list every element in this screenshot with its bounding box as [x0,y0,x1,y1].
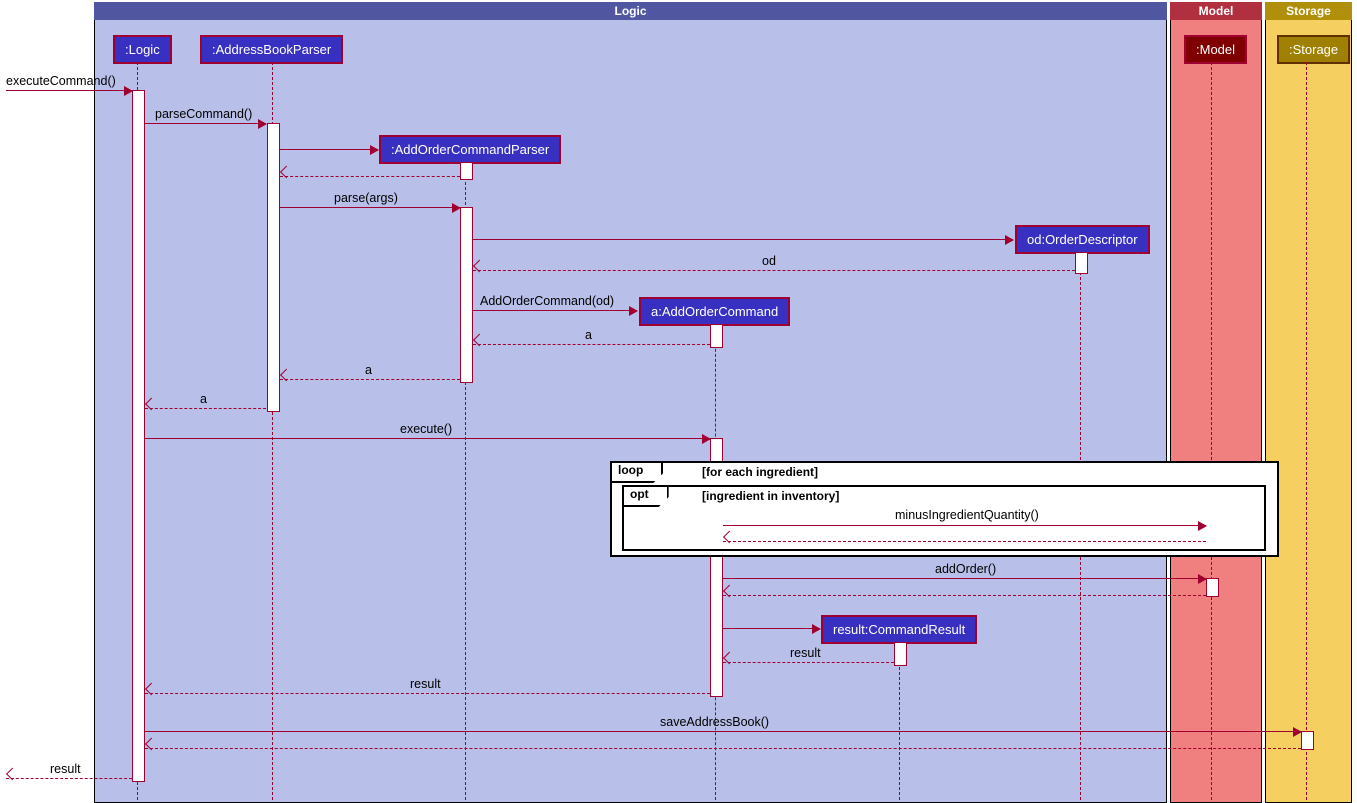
msg-label: execute() [400,422,452,436]
msg-arrow [723,628,820,629]
msg-return [280,176,460,177]
package-model-title: Model [1170,2,1262,20]
msg-return [473,270,1075,271]
lifeline-dash [1211,62,1212,800]
msg-arrow [473,239,1013,240]
msg-arrow [280,149,378,150]
activation [460,162,473,180]
msg-label: a [365,363,372,377]
msg-return [723,662,894,663]
package-logic-title: Logic [94,2,1167,20]
msg-label: saveAddressBook() [660,715,769,729]
lifeline-parser: :AddressBookParser [200,35,343,64]
msg-arrow [145,123,266,124]
activation [1301,731,1314,750]
activation [1075,252,1088,274]
msg-arrow [145,731,1301,732]
msg-return [6,778,132,779]
msg-arrow [145,438,710,439]
lifeline-logic: :Logic [113,35,172,64]
msg-return [145,408,266,409]
msg-return [473,344,710,345]
activation [1206,578,1219,597]
msg-return [280,379,460,380]
frame-opt-tag: opt [624,487,669,507]
msg-arrow [723,578,1206,579]
frame-loop-guard: [for each ingredient] [702,465,818,479]
lifeline-orderdescriptor: od:OrderDescriptor [1015,225,1150,254]
msg-label: result [790,646,821,660]
sequence-diagram: Logic Model Storage :Logic :AddressBookP… [0,0,1357,803]
activation [460,207,473,383]
msg-label: addOrder() [935,562,996,576]
msg-label: od [762,254,776,268]
msg-label: minusIngredientQuantity() [895,508,1039,522]
msg-arrow [723,525,1206,526]
msg-label: parse(args) [334,191,398,205]
msg-label: AddOrderCommand(od) [480,294,614,308]
msg-return [145,748,1301,749]
activation [132,90,145,782]
lifeline-storage: :Storage [1277,35,1350,64]
msg-label: parseCommand() [155,107,252,121]
msg-label: result [410,677,441,691]
msg-label: a [585,328,592,342]
msg-arrow [473,310,637,311]
msg-return [723,595,1206,596]
lifeline-dash [1306,62,1307,800]
frame-opt-guard: [ingredient in inventory] [702,489,839,503]
msg-arrow [6,90,132,91]
msg-label: executeCommand() [6,74,116,88]
package-storage-title: Storage [1265,2,1352,20]
package-model: Model [1170,2,1262,803]
activation [267,123,280,412]
msg-return [145,693,710,694]
package-storage: Storage [1265,2,1352,803]
lifeline-commandresult: result:CommandResult [821,615,977,644]
lifeline-model: :Model [1184,35,1247,64]
msg-arrow [280,207,460,208]
frame-loop-tag: loop [612,463,663,483]
activation [894,642,907,666]
lifeline-addordercommand: a:AddOrderCommand [639,297,790,326]
msg-label: a [200,392,207,406]
msg-label: result [50,762,81,776]
msg-return [723,541,1206,542]
activation [710,324,723,348]
lifeline-cmdparser: :AddOrderCommandParser [379,135,561,164]
